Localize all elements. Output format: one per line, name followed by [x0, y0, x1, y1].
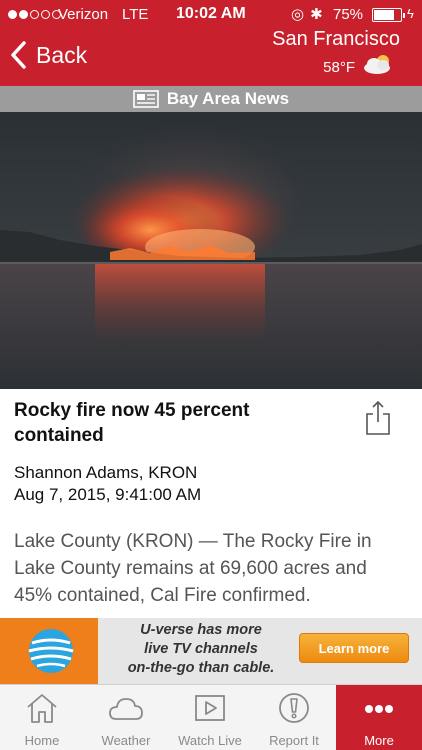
play-icon	[195, 695, 225, 721]
ad-banner[interactable]: U-verse has more live TV channels on-the…	[0, 618, 422, 684]
more-icon	[365, 705, 393, 713]
temperature[interactable]: 58°F	[323, 59, 355, 76]
learn-more-button[interactable]: Learn more	[299, 633, 409, 663]
partly-cloudy-icon[interactable]	[361, 52, 397, 76]
lock-bluetooth-icons: ◎✱	[291, 6, 329, 23]
carrier-name: Verizon	[58, 6, 109, 23]
chevron-left-icon	[11, 41, 26, 69]
battery-percent: 75%	[333, 6, 364, 23]
tab-report-it[interactable]: Report It	[252, 685, 336, 750]
city-name[interactable]: San Francisco	[272, 28, 400, 51]
tab-weather[interactable]: Weather	[84, 685, 168, 750]
status-time: 10:02 AM	[176, 5, 246, 22]
tab-bar: Home Weather Watch Live Report It More	[0, 684, 422, 750]
tab-more[interactable]: More	[336, 685, 422, 750]
ad-line-3: on-the-go than cable.	[127, 660, 275, 676]
ad-brand-panel	[0, 618, 98, 684]
network-type: LTE	[122, 6, 149, 23]
article-hero-image[interactable]	[0, 112, 422, 389]
share-icon[interactable]	[365, 400, 391, 436]
battery-fill	[374, 10, 394, 20]
tab-home[interactable]: Home	[0, 685, 84, 750]
section-bar: Bay Area News	[0, 86, 422, 112]
back-label: Back	[36, 41, 88, 68]
status-bar: Verizon LTE 10:02 AM ◎✱ 75% ϟ	[0, 0, 422, 30]
article-body: Lake County (KRON) — The Rocky Fire in L…	[14, 531, 372, 606]
cloud-icon	[109, 698, 143, 720]
tab-watch-live-label: Watch Live	[178, 733, 242, 748]
battery-icon	[372, 8, 405, 22]
back-button[interactable]: Back	[10, 40, 87, 70]
article-byline: Shannon Adams, KRON Aug 7, 2015, 9:41:00…	[14, 462, 201, 506]
article-title: Rocky fire now 45 percent contained	[14, 400, 250, 446]
app-header: Verizon LTE 10:02 AM ◎✱ 75% ϟ Back San F…	[0, 0, 422, 86]
tab-report-it-label: Report It	[269, 733, 319, 748]
ad-line-2: live TV channels	[144, 641, 258, 657]
article-date: Aug 7, 2015, 9:41:00 AM	[14, 485, 202, 504]
home-icon	[27, 694, 57, 723]
ad-copy: U-verse has more live TV channels on-the…	[104, 621, 298, 678]
alert-icon	[279, 693, 309, 723]
signal-strength-icon	[8, 10, 61, 19]
tab-home-label: Home	[24, 733, 60, 748]
tab-more-label: More	[364, 733, 394, 748]
ad-line-1: U-verse has more	[140, 622, 262, 638]
article-author: Shannon Adams, KRON	[14, 463, 198, 482]
tab-weather-label: Weather	[101, 733, 151, 748]
att-globe-icon	[28, 629, 74, 673]
section-title: Bay Area News	[166, 89, 290, 108]
tab-watch-live[interactable]: Watch Live	[168, 685, 252, 750]
newspaper-icon	[133, 90, 159, 108]
charging-icon: ϟ	[407, 6, 414, 21]
